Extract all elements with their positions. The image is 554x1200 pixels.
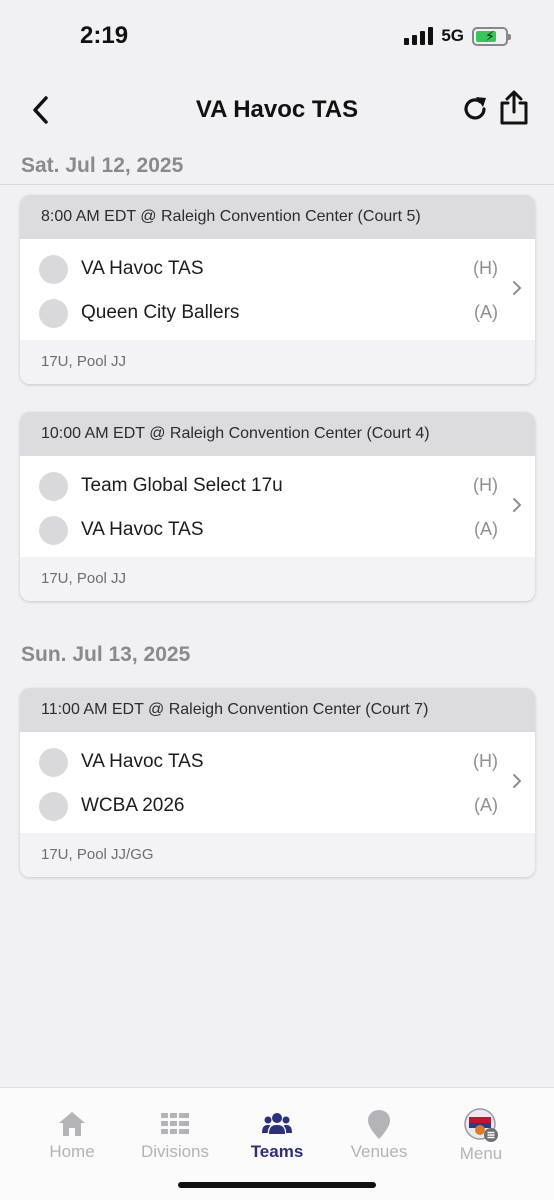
day-heading: Sat. Jul 12, 2025 [21, 154, 184, 177]
status-indicators: 5G ⚡ [404, 26, 511, 46]
status-time: 2:19 [80, 22, 129, 49]
tab-label: Menu [459, 1144, 503, 1163]
nav-header: VA Havoc TAS [0, 80, 554, 140]
game-teams: Team Global Select 17u (H) VA Havoc TAS … [20, 456, 535, 557]
game-time-venue: 11:00 AM EDT @ Raleigh Convention Center… [20, 688, 535, 732]
game-teams: VA Havoc TAS (H) WCBA 2026 (A) [20, 732, 535, 833]
home-away-label: (A) [474, 302, 498, 322]
team-logo-placeholder [39, 792, 68, 821]
team-name: VA Havoc TAS [81, 519, 204, 540]
day-heading: Sun. Jul 13, 2025 [21, 643, 191, 666]
team-logo-placeholder [39, 299, 68, 328]
list-icon [161, 1113, 189, 1134]
team-row: Team Global Select 17u (H) [20, 464, 535, 508]
status-bar: 2:19 5G ⚡ [0, 0, 554, 70]
tab-menu[interactable]: Menu [431, 1108, 531, 1164]
tab-label: Venues [350, 1142, 408, 1161]
team-name: VA Havoc TAS [81, 258, 204, 279]
game-card[interactable]: 8:00 AM EDT @ Raleigh Convention Center … [20, 195, 535, 384]
tab-divisions[interactable]: Divisions [125, 1108, 225, 1162]
team-name: Team Global Select 17u [81, 475, 283, 496]
team-row: Queen City Ballers (A) [20, 291, 535, 335]
tab-label: Divisions [140, 1142, 210, 1161]
home-icon [59, 1112, 85, 1136]
share-icon [500, 90, 528, 125]
tab-label: Teams [250, 1142, 304, 1161]
menu-logo-icon [464, 1108, 498, 1142]
share-button[interactable] [498, 90, 530, 126]
team-row: WCBA 2026 (A) [20, 784, 535, 828]
chevron-right-icon [513, 774, 521, 788]
team-row: VA Havoc TAS (A) [20, 508, 535, 552]
team-logo-placeholder [39, 748, 68, 777]
people-icon [262, 1113, 292, 1134]
game-teams: VA Havoc TAS (H) Queen City Ballers (A) [20, 239, 535, 340]
game-time-venue: 10:00 AM EDT @ Raleigh Convention Center… [20, 412, 535, 456]
battery-charging-icon: ⚡ [472, 26, 511, 46]
team-logo-placeholder [39, 516, 68, 545]
team-name: WCBA 2026 [81, 795, 185, 816]
home-indicator[interactable] [178, 1182, 376, 1188]
home-away-label: (H) [473, 751, 498, 771]
home-away-label: (H) [473, 258, 498, 278]
chevron-right-icon [513, 498, 521, 512]
tab-venues[interactable]: Venues [329, 1108, 429, 1162]
network-type: 5G [441, 26, 464, 45]
tab-label: Home [49, 1142, 95, 1161]
game-card[interactable]: 11:00 AM EDT @ Raleigh Convention Center… [20, 688, 535, 877]
cell-signal-icon [404, 27, 434, 45]
chevron-right-icon [513, 281, 521, 295]
team-name: VA Havoc TAS [81, 751, 204, 772]
tab-teams[interactable]: Teams [227, 1108, 327, 1162]
team-logo-placeholder [39, 472, 68, 501]
refresh-button[interactable] [460, 94, 490, 124]
team-row: VA Havoc TAS (H) [20, 740, 535, 784]
tab-home[interactable]: Home [22, 1108, 122, 1162]
team-logo-placeholder [39, 255, 68, 284]
game-division: 17U, Pool JJ [20, 340, 535, 384]
home-away-label: (H) [473, 475, 498, 495]
divider [0, 184, 554, 185]
game-card[interactable]: 10:00 AM EDT @ Raleigh Convention Center… [20, 412, 535, 601]
home-away-label: (A) [474, 519, 498, 539]
team-row: VA Havoc TAS (H) [20, 247, 535, 291]
home-away-label: (A) [474, 795, 498, 815]
game-division: 17U, Pool JJ/GG [20, 833, 535, 877]
refresh-icon [464, 97, 486, 120]
game-time-venue: 8:00 AM EDT @ Raleigh Convention Center … [20, 195, 535, 239]
location-pin-icon [368, 1110, 390, 1139]
team-name: Queen City Ballers [81, 302, 240, 323]
game-division: 17U, Pool JJ [20, 557, 535, 601]
